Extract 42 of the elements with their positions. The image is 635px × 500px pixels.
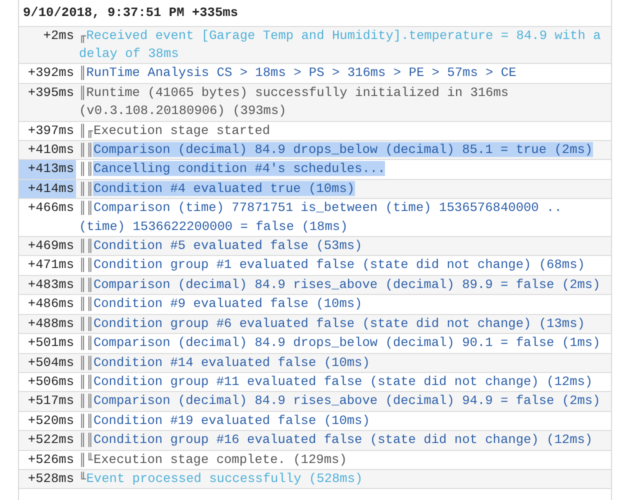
log-message: ╙Event processed successfully (528ms)	[79, 470, 364, 488]
timestamp: +506ms	[26, 372, 75, 391]
log-message: ╓Received event [Garage Temp and Humidity].temperature = 84.9 with a delay of 38ms	[79, 26, 602, 63]
log-message: ║║Condition #5 evaluated false (53ms)	[79, 237, 364, 256]
timestamp: +501ms	[26, 334, 75, 352]
timestamp: +526ms	[26, 450, 75, 469]
timestamp: +488ms	[26, 314, 75, 333]
timestamp: +520ms	[26, 412, 75, 430]
log-message: ║║Condition #9 evaluated false (10ms)	[79, 295, 364, 314]
timestamp: +392ms	[26, 64, 75, 82]
timestamp: +528ms	[26, 470, 75, 488]
log-message: ║║Condition #19 evaluated false (10ms)	[79, 412, 371, 430]
log-message: ║╓Execution stage started	[79, 122, 272, 140]
log-message: ║╙Execution stage complete. (129ms)	[79, 450, 348, 469]
timestamp: +414ms	[19, 180, 76, 198]
log-message: ║RunTime Analysis CS > 18ms > PS > 316ms > PE > 57ms > CE	[79, 64, 518, 82]
timestamp: +397ms	[26, 122, 75, 140]
timestamp: +410ms	[26, 141, 75, 160]
timestamp: +522ms	[26, 431, 75, 450]
timestamp: +486ms	[26, 295, 75, 314]
log-message: ║║Condition #4 evaluated true (10ms)	[79, 180, 356, 198]
log-message: ║║Condition group #6 evaluated false (state did not change) (13ms)	[79, 314, 586, 333]
timestamp: +471ms	[26, 256, 75, 274]
log-message: ║║Condition #14 evaluated false (10ms)	[79, 354, 371, 372]
log-message: ║║Comparison (decimal) 84.9 rises_above (decimal) 94.9 = false (2ms)	[79, 392, 602, 410]
log-message: ║Runtime (41065 bytes) successfully initialized in 316ms (v0.3.108.20180906) (393ms)	[79, 84, 510, 120]
timestamp: +517ms	[26, 392, 75, 410]
timestamp: +504ms	[26, 354, 75, 372]
log-message: ║║Comparison (time) 77871751 is_between (time) 1536576840000 .. (time) 1536622200000 = false (18ms)	[79, 199, 563, 236]
log-message: ║║Condition group #16 evaluated false (state did not change) (12ms)	[79, 431, 594, 450]
timestamp: +466ms	[26, 199, 75, 218]
log-message: ║║Comparison (decimal) 84.9 drops_below (decimal) 85.1 = true (2ms)	[79, 141, 594, 160]
log-message: ║║Comparison (decimal) 84.9 rises_above (decimal) 89.9 = false (2ms)	[79, 276, 602, 294]
timestamp: +395ms	[26, 84, 75, 102]
timestamp: +483ms	[26, 276, 75, 294]
timestamp: +413ms	[19, 160, 76, 179]
log-message: ║║Condition group #1 evaluated false (state did not change) (68ms)	[79, 256, 586, 274]
timestamp: +469ms	[26, 237, 75, 256]
timestamp: +2ms	[42, 26, 75, 45]
log-message: ║║Condition group #11 evaluated false (state did not change) (12ms)	[79, 372, 594, 391]
log-message: ║║Cancelling condition #4's schedules...	[79, 160, 386, 178]
log-message: ║║Comparison (decimal) 84.9 drops_below (decimal) 90.1 = false (1ms)	[79, 334, 602, 352]
